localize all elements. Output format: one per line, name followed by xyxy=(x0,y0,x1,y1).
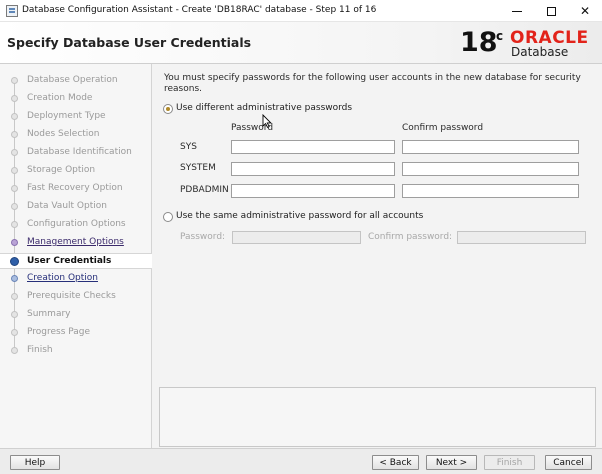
step-dot-icon xyxy=(11,203,18,210)
different-passwords-radio[interactable] xyxy=(163,104,173,114)
system-password-field[interactable] xyxy=(231,162,395,176)
pdbadmin-password-field[interactable] xyxy=(231,184,395,198)
app-icon xyxy=(6,5,18,17)
nav-step-label: Prerequisite Checks xyxy=(27,291,116,301)
nav-step-label: Data Vault Option xyxy=(27,201,107,211)
sys-confirm-password-field[interactable] xyxy=(402,140,579,154)
shared-confirm-password-label: Confirm password: xyxy=(368,232,453,242)
sys-label: SYS xyxy=(180,142,197,152)
step-dot-icon xyxy=(11,77,18,84)
step-dot-icon xyxy=(11,113,18,120)
nav-step-label: Deployment Type xyxy=(27,111,106,121)
system-confirm-password-field[interactable] xyxy=(402,162,579,176)
brand-version-suffix: c xyxy=(496,29,504,43)
nav-step-label[interactable]: Management Options xyxy=(27,237,124,247)
nav-step-nodes-selection: Nodes Selection xyxy=(0,127,152,143)
step-dot-icon xyxy=(11,221,18,228)
next-button[interactable]: Next > xyxy=(426,455,477,470)
pdbadmin-confirm-password-field[interactable] xyxy=(402,184,579,198)
nav-step-summary: Summary xyxy=(0,307,152,323)
nav-step-label[interactable]: Creation Option xyxy=(27,273,98,283)
nav-step-deployment-type: Deployment Type xyxy=(0,109,152,125)
shared-password-field[interactable] xyxy=(232,231,361,244)
step-navigation: Database Operation Creation Mode Deploym… xyxy=(0,64,152,448)
nav-step-label: Database Identification xyxy=(27,147,132,157)
nav-step-creation-option[interactable]: Creation Option xyxy=(0,271,152,287)
shared-password-label: Password: xyxy=(180,232,226,242)
page-title: Specify Database User Credentials xyxy=(7,35,252,50)
back-button[interactable]: < Back xyxy=(372,455,419,470)
nav-step-database-identification: Database Identification xyxy=(0,145,152,161)
nav-step-label: User Credentials xyxy=(27,256,112,266)
nav-step-label: Storage Option xyxy=(27,165,96,175)
step-dot-icon xyxy=(11,167,18,174)
nav-step-configuration-options: Configuration Options xyxy=(0,217,152,233)
step-dot-icon xyxy=(11,275,18,282)
nav-step-label: Configuration Options xyxy=(27,219,126,229)
message-panel xyxy=(159,387,596,447)
system-label: SYSTEM xyxy=(180,163,216,173)
step-dot-icon xyxy=(11,239,18,246)
step-dot-icon xyxy=(11,347,18,354)
cancel-button[interactable]: Cancel xyxy=(545,455,592,470)
step-dot-icon xyxy=(11,329,18,336)
step-dot-icon xyxy=(11,131,18,138)
button-bar: Help < Back Next > Finish Cancel xyxy=(0,448,602,474)
window-titlebar: Database Configuration Assistant - Creat… xyxy=(0,0,602,22)
step-dot-icon xyxy=(11,311,18,318)
nav-step-management-options[interactable]: Management Options xyxy=(0,235,152,251)
step-dot-icon xyxy=(11,95,18,102)
nav-step-finish: Finish xyxy=(0,343,152,359)
nav-step-label: Finish xyxy=(27,345,53,355)
oracle-logo: 18 c ORACLE Database xyxy=(458,26,598,60)
step-dot-icon xyxy=(11,149,18,156)
page-header: Specify Database User Credentials 18 c O… xyxy=(0,22,602,64)
brand-product: Database xyxy=(511,45,569,59)
maximize-icon[interactable] xyxy=(534,0,568,22)
nav-step-label: Nodes Selection xyxy=(27,129,100,139)
different-passwords-label[interactable]: Use different administrative passwords xyxy=(176,103,352,113)
window-title: Database Configuration Assistant - Creat… xyxy=(22,5,377,15)
help-button[interactable]: Help xyxy=(10,455,60,470)
same-password-label[interactable]: Use the same administrative password for… xyxy=(176,211,423,221)
step-dot-icon xyxy=(11,185,18,192)
nav-step-prerequisite-checks: Prerequisite Checks xyxy=(0,289,152,305)
sys-password-field[interactable] xyxy=(231,140,395,154)
nav-step-user-credentials: User Credentials xyxy=(0,253,152,269)
main-panel: You must specify passwords for the follo… xyxy=(152,64,602,448)
step-dot-icon xyxy=(10,257,19,266)
finish-button[interactable]: Finish xyxy=(484,455,535,470)
intro-text: You must specify passwords for the follo… xyxy=(164,73,581,94)
nav-step-creation-mode: Creation Mode xyxy=(0,91,152,107)
nav-step-label: Creation Mode xyxy=(27,93,93,103)
nav-step-database-operation: Database Operation xyxy=(0,73,152,89)
nav-step-fast-recovery-option: Fast Recovery Option xyxy=(0,181,152,197)
brand-version: 18 xyxy=(460,27,498,58)
confirm-password-column-header: Confirm password xyxy=(402,123,484,133)
mouse-cursor-icon xyxy=(262,114,272,128)
nav-step-label: Summary xyxy=(27,309,71,319)
nav-step-label: Fast Recovery Option xyxy=(27,183,123,193)
step-dot-icon xyxy=(11,293,18,300)
minimize-icon[interactable] xyxy=(500,0,534,22)
nav-step-progress-page: Progress Page xyxy=(0,325,152,341)
nav-step-data-vault-option: Data Vault Option xyxy=(0,199,152,215)
shared-confirm-password-field[interactable] xyxy=(457,231,586,244)
nav-step-storage-option: Storage Option xyxy=(0,163,152,179)
nav-step-label: Database Operation xyxy=(27,75,118,85)
pdbadmin-label: PDBADMIN xyxy=(180,185,229,195)
nav-step-label: Progress Page xyxy=(27,327,91,337)
close-icon[interactable]: ✕ xyxy=(568,0,602,22)
same-password-radio[interactable] xyxy=(163,212,173,222)
